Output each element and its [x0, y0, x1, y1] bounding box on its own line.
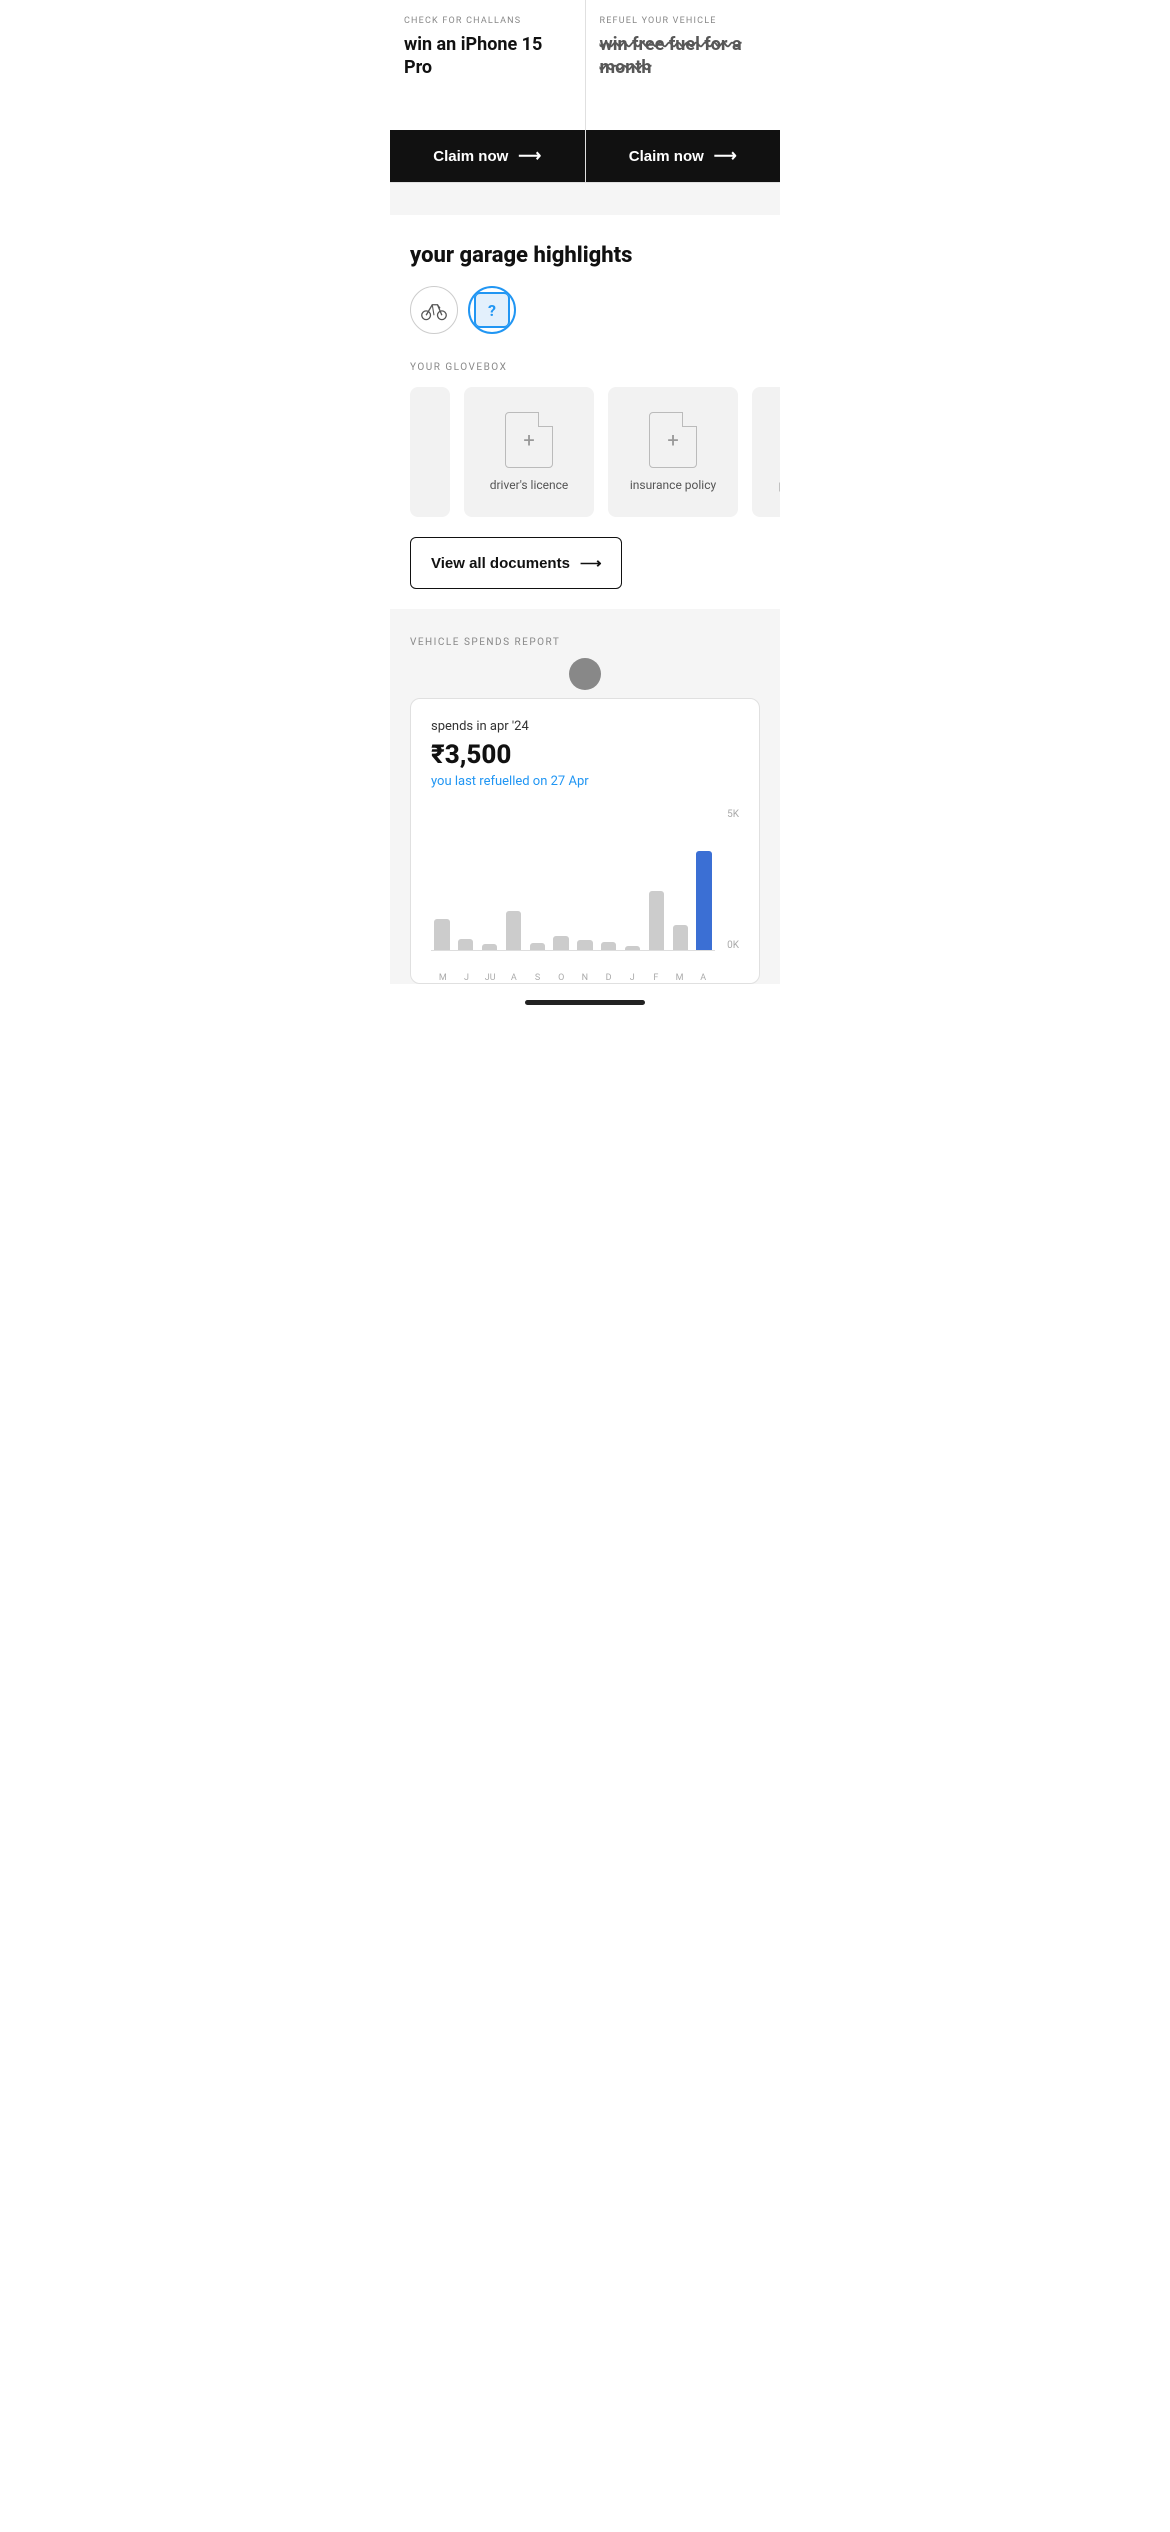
chart-bar-group: [645, 809, 667, 950]
chart-bar-1: [458, 939, 473, 950]
doc-card-insurance[interactable]: + insurance policy: [608, 387, 738, 517]
chart-bar-9: [649, 891, 664, 950]
chart-x-label-4: S: [526, 973, 550, 983]
chart-bar-group: [693, 809, 715, 950]
promo-title-challan: win an iPhone 15 Pro: [404, 34, 571, 79]
promo-card-challan: CHECK FOR CHALLANS win an iPhone 15 Pro …: [390, 0, 586, 182]
chart-x-label-5: O: [549, 973, 573, 983]
doc-label-drivers-licence: driver's licence: [490, 478, 569, 492]
doc-plus-icon-insurance: +: [667, 430, 678, 450]
doc-card-puc[interactable]: + puc certificate: [752, 387, 780, 517]
arrow-icon-fuel: ⟶: [714, 146, 737, 166]
promo-cards-section: CHECK FOR CHALLANS win an iPhone 15 Pro …: [390, 0, 780, 183]
chart-bar-group: [550, 809, 572, 950]
chart-bar-group: [455, 809, 477, 950]
promo-card-challan-content: CHECK FOR CHALLANS win an iPhone 15 Pro: [390, 0, 585, 130]
doc-file-shape-insurance: +: [649, 412, 697, 468]
claim-label-fuel: Claim now: [629, 148, 704, 165]
section-gap: [390, 183, 780, 215]
promo-card-fuel: REFUEL YOUR VEHICLE win free fuel for a …: [586, 0, 781, 182]
promo-subtitle-challan: CHECK FOR CHALLANS: [404, 16, 571, 26]
glovebox-scroll[interactable]: + driver's licence + insurance policy + …: [390, 387, 780, 517]
chart-bar-group: [622, 809, 644, 950]
doc-label-puc: puc certificate: [779, 478, 780, 492]
chart-bar-3: [506, 911, 521, 950]
doc-plus-icon: +: [523, 430, 534, 450]
chart-bars: [431, 809, 715, 951]
promo-title-fuel: win free fuel for a month: [600, 34, 767, 79]
doc-card-drivers-licence[interactable]: + driver's licence: [464, 387, 594, 517]
spends-refuel-text: you last refuelled on 27 Apr: [431, 774, 739, 789]
chart-x-label-11: A: [691, 973, 715, 983]
chart-bar-group: [431, 809, 453, 950]
view-docs-button[interactable]: View all documents ⟶: [410, 537, 622, 589]
doc-icon-insurance: +: [649, 412, 697, 468]
chart-area-container: 5K 0K: [431, 809, 739, 969]
vehicle-tabs: ?: [410, 286, 760, 334]
chart-x-label-7: D: [597, 973, 621, 983]
chart-bar-11: [696, 851, 711, 950]
vehicle-tab-bike[interactable]: [410, 286, 458, 334]
chart-bar-group: [502, 809, 524, 950]
chart-x-label-3: A: [502, 973, 526, 983]
arrow-icon-challan: ⟶: [518, 146, 541, 166]
chart-bar-2: [482, 944, 497, 950]
garage-title: your garage highlights: [410, 243, 760, 268]
glovebox-label: YOUR GLOVEBOX: [390, 362, 780, 373]
chart-x-label-9: F: [644, 973, 668, 983]
chart-x-label-2: Ju: [478, 973, 502, 983]
scroll-indicator: [390, 984, 780, 1013]
chart-bar-8: [625, 946, 640, 950]
chart-bar-6: [577, 940, 592, 950]
spends-dot-wrapper: [390, 658, 780, 690]
chart-y-bottom: 0K: [727, 940, 739, 951]
doc-card-partial-rc: [410, 387, 450, 517]
promo-card-fuel-content: REFUEL YOUR VEHICLE win free fuel for a …: [586, 0, 781, 130]
chart-bar-group: [479, 809, 501, 950]
chart-x-label-0: M: [431, 973, 455, 983]
scroll-bar: [525, 1000, 645, 1005]
spends-dot: [569, 658, 601, 690]
glovebox-cards-wrapper: + driver's licence + insurance policy + …: [390, 387, 780, 517]
chart-x-labels: MJJuASONDJFMA: [431, 969, 715, 983]
question-box: ?: [474, 292, 510, 328]
chart-bar-group: [598, 809, 620, 950]
chart-bar-7: [601, 942, 616, 950]
chart-x-label-1: J: [455, 973, 479, 983]
claim-button-fuel[interactable]: Claim now ⟶: [586, 130, 781, 182]
chart-y-labels: 5K 0K: [727, 809, 739, 969]
chart-bar-0: [434, 919, 449, 950]
chart-x-label-10: M: [668, 973, 692, 983]
doc-icon-drivers-licence: +: [505, 412, 553, 468]
question-mark: ?: [488, 301, 496, 320]
chart-bar-group: [526, 809, 548, 950]
claim-label-challan: Claim now: [433, 148, 508, 165]
spends-card: spends in apr '24 ₹3,500 you last refuel…: [410, 698, 760, 984]
vehicle-tab-unknown[interactable]: ?: [468, 286, 516, 334]
chart-x-label-6: N: [573, 973, 597, 983]
chart-bar-10: [673, 925, 688, 950]
spends-section: VEHICLE SPENDS REPORT spends in apr '24 …: [390, 609, 780, 984]
chart-y-top: 5K: [727, 809, 739, 820]
chart-bar-4: [530, 943, 545, 950]
chart-bar-group: [669, 809, 691, 950]
spends-amount: ₹3,500: [431, 740, 739, 770]
garage-section: your garage highlights ?: [390, 215, 780, 334]
chart-x-label-8: J: [620, 973, 644, 983]
view-docs-label: View all documents: [431, 555, 570, 572]
view-docs-arrow-icon: ⟶: [580, 554, 602, 572]
bike-icon: [420, 296, 448, 324]
claim-button-challan[interactable]: Claim now ⟶: [390, 130, 585, 182]
chart-wrapper: 5K 0K MJJuASONDJFMA: [431, 809, 739, 983]
promo-subtitle-fuel: REFUEL YOUR VEHICLE: [600, 16, 767, 26]
spends-label: VEHICLE SPENDS REPORT: [390, 637, 780, 648]
doc-label-insurance: insurance policy: [630, 478, 716, 492]
spends-period: spends in apr '24: [431, 719, 739, 734]
doc-file-shape: +: [505, 412, 553, 468]
chart-bar-5: [553, 936, 568, 950]
chart-bar-group: [574, 809, 596, 950]
